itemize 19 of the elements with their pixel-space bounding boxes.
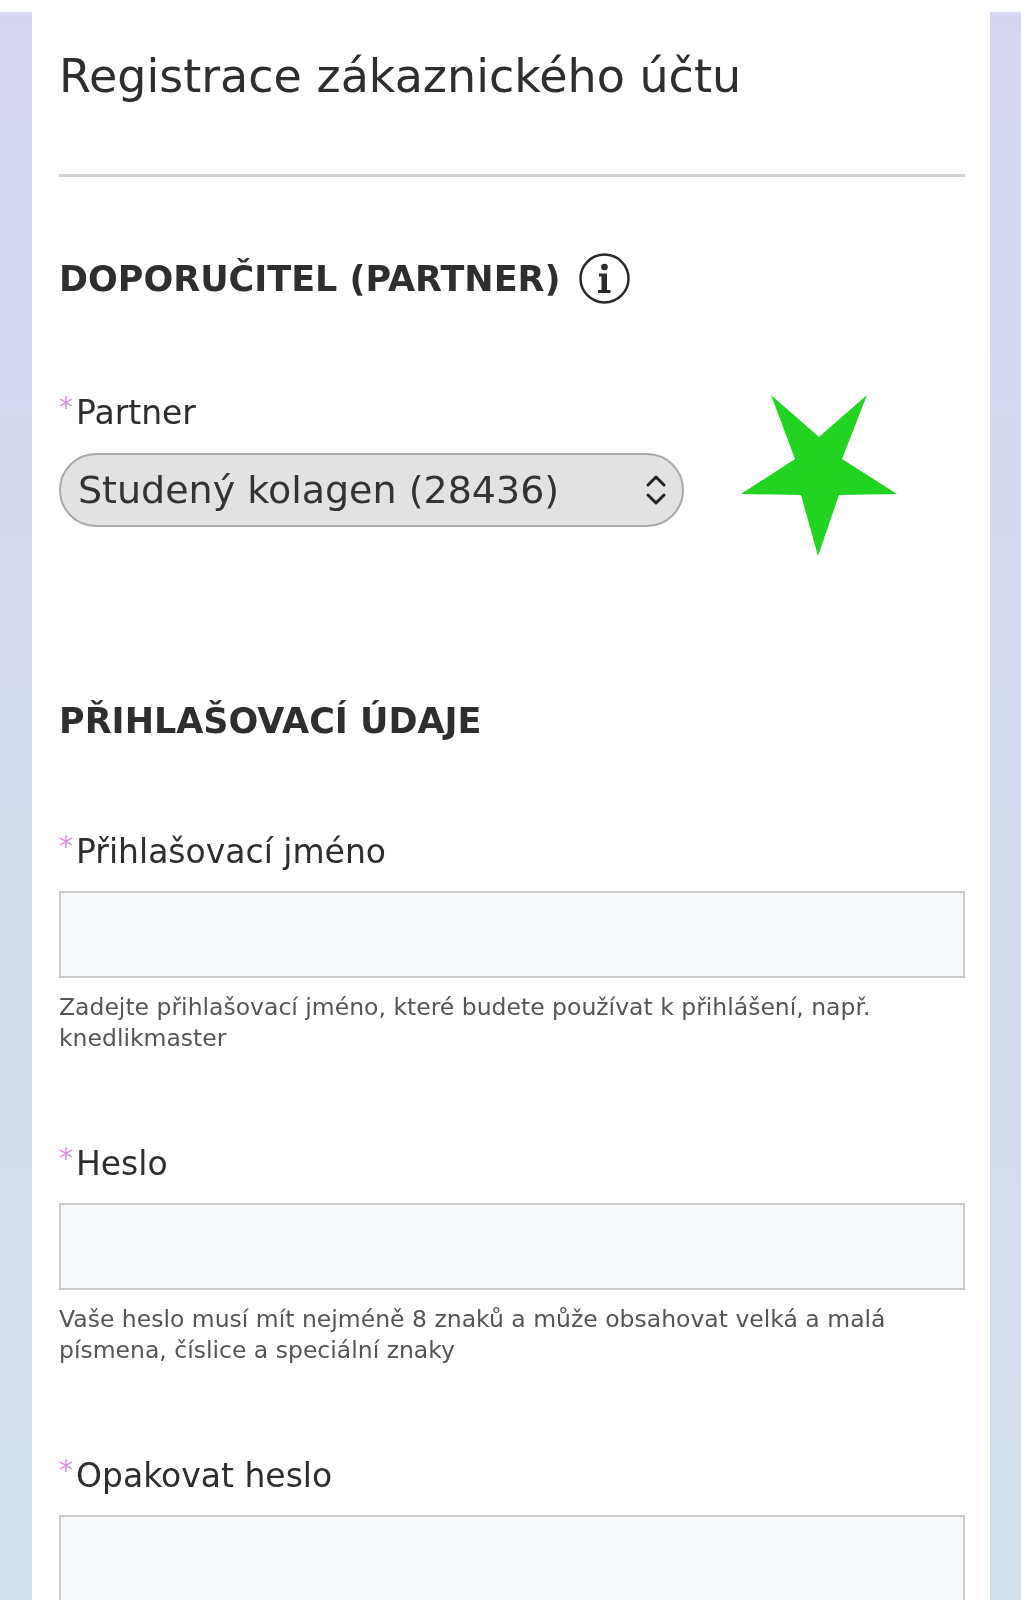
field-label: Opakovat heslo [76,1456,333,1496]
required-asterisk: * [59,394,73,422]
field-label: Partner [76,393,196,433]
help-text: Vaše heslo musí mít nejméně 8 znaků a může obsahovat velká a malá písmena, číslice a speciální znaky [59,1304,887,1366]
required-asterisk: * [59,1145,73,1173]
dropdown-select[interactable]: Studený kolagen (28436) [59,453,684,527]
required-asterisk: * [59,1457,73,1485]
input-field[interactable] [59,891,965,978]
page-title: Registrace zákaznického účtu [59,49,743,104]
info-icon[interactable] [579,253,631,304]
required-asterisk: * [59,833,73,861]
help-text: Zadejte přihlašovací jméno, které budete používat k přihlášení, např. knedlikmaster [59,992,872,1054]
input-field[interactable] [59,1515,965,1600]
input-field[interactable] [59,1203,965,1290]
section-heading: DOPORUČITEL (PARTNER) [59,257,561,301]
field-label: Heslo [76,1144,168,1184]
section-heading: PŘIHLAŠOVACÍ ÚDAJE [59,699,482,743]
field-label: Přihlašovací jméno [76,832,387,872]
chevron-icon [645,474,667,506]
